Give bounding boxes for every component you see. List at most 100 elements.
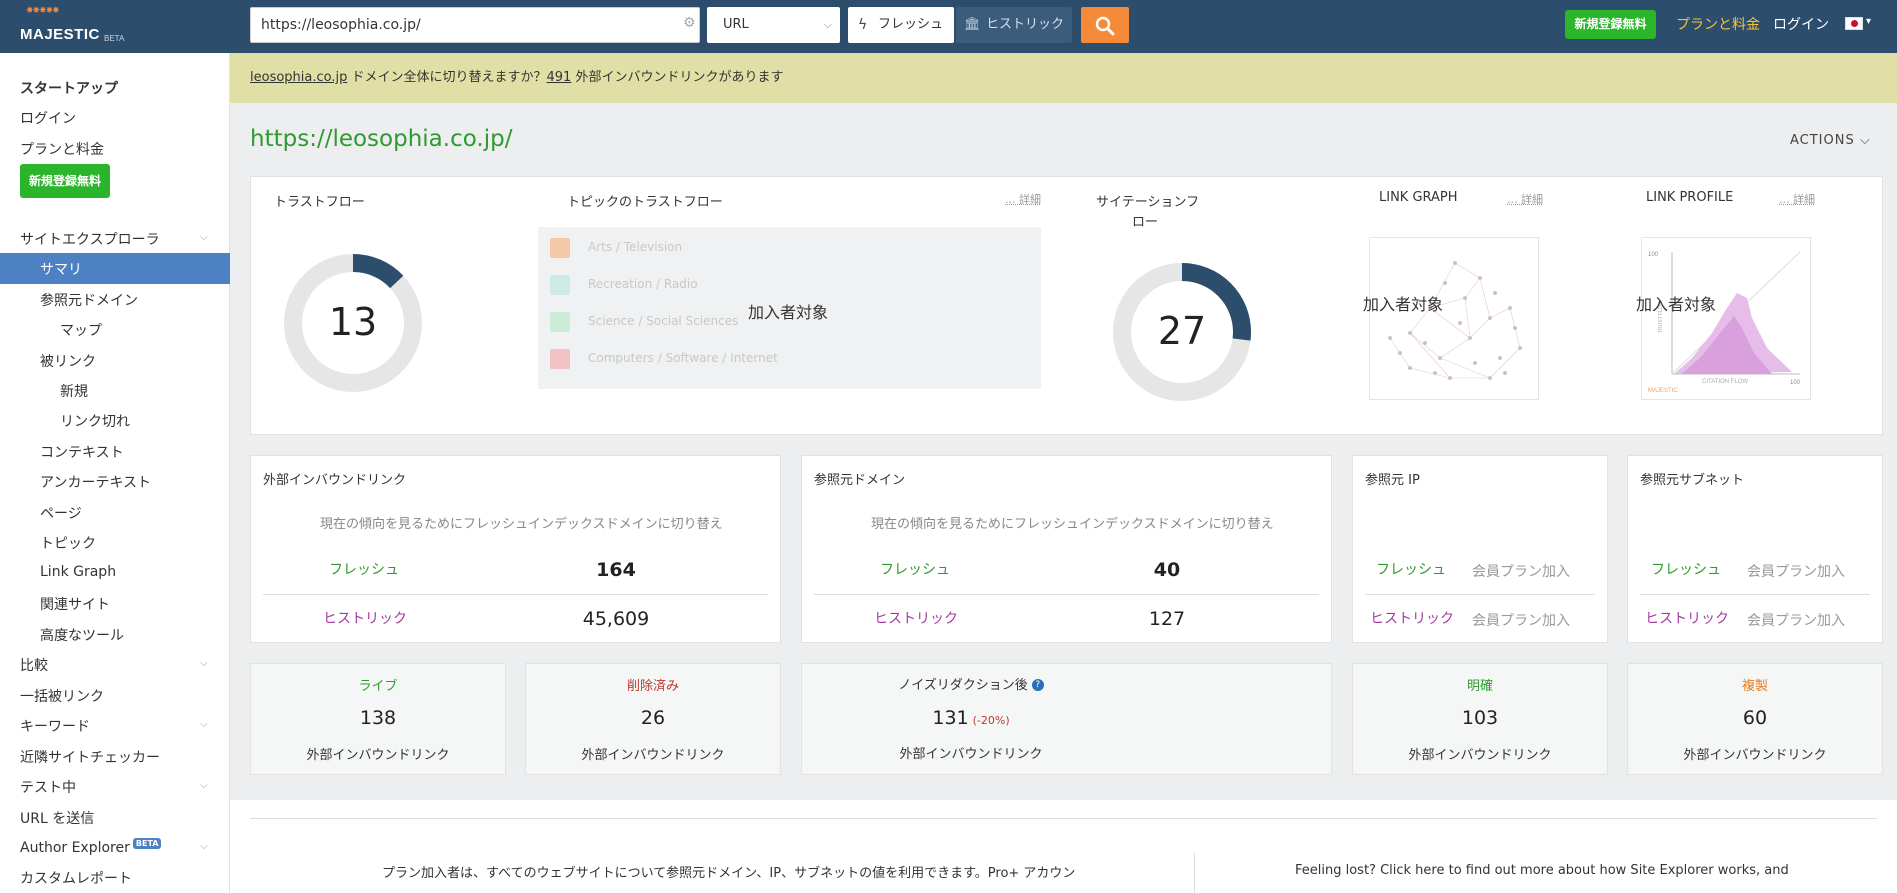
sidebar-item-login[interactable]: ログイン (20, 108, 76, 128)
sidebar-item-author-explorer[interactable]: Author Explorer BETA (20, 838, 162, 856)
search-icon (1095, 16, 1115, 36)
trust-flow-title: トラストフロー (274, 195, 365, 210)
sidebar-item-submit-url[interactable]: URL を送信 (20, 808, 94, 828)
topical-trust-flow-title: トピックのトラストフロー (567, 195, 723, 210)
historic-index-button[interactable]: 🏛 ヒストリック (956, 7, 1072, 43)
sidebar-item-pages[interactable]: ページ (40, 503, 82, 523)
sidebar-item-link-graph[interactable]: Link Graph (40, 564, 116, 580)
domain-switch-notice: leosophia.co.jp ドメイン全体に切り替えますか？491 外部インバ… (230, 53, 1897, 103)
chevron-down-icon[interactable]: ⌵ (200, 780, 208, 791)
notice-count-link[interactable]: 491 (547, 70, 572, 85)
japan-flag-icon[interactable] (1845, 17, 1863, 30)
beta-badge: BETA (132, 838, 162, 849)
lp-y-tick-label: 100 (1648, 252, 1659, 258)
help-info-text[interactable]: Feeling lost? Click here to find out mor… (1295, 863, 1789, 878)
historic-label: ヒストリック (874, 611, 958, 627)
live-value: 138 (359, 707, 397, 729)
link-profile-scatter: 100 100 CITATION FLOW TRUST FLOW MAJESTI… (1648, 251, 1801, 394)
chevron-down-icon[interactable]: ⌵ (200, 841, 208, 852)
search-button[interactable] (1081, 7, 1129, 43)
ref-subnets-fresh-plan-required[interactable]: 会員プラン加入 (1747, 561, 1845, 581)
ref-ips-title: 参照元 IP (1365, 473, 1420, 488)
link-graph-detail-link[interactable]: ... 詳細 (1507, 191, 1543, 207)
ref-ips-fresh-plan-required[interactable]: 会員プラン加入 (1472, 561, 1570, 581)
fresh-label: フレッシュ (1651, 562, 1721, 578)
sidebar-item-site-explorer[interactable]: サイトエクスプローラ (20, 229, 160, 249)
column-divider (1194, 853, 1195, 893)
majestic-logo[interactable]: ✸✸✸✸✸ MAJESTIC BETA (18, 6, 133, 46)
language-chevron-icon[interactable]: ▾ (1866, 16, 1871, 27)
sidebar-item-neighbourhood[interactable]: 近隣サイトチェッカー (20, 747, 160, 767)
switch-fresh-hint[interactable]: 現在の傾向を見るためにフレッシュインデックスドメインに切り替え (871, 513, 1274, 532)
login-link[interactable]: ログイン (1773, 14, 1829, 34)
sidebar-item-backlinks[interactable]: 被リンク (40, 351, 96, 371)
noise-reduction-value: 131 (932, 707, 969, 729)
ref-domains-fresh-value: 40 (1153, 559, 1181, 581)
url-search-input[interactable]: https://leosophia.co.jp/ (250, 7, 700, 43)
link-graph-members-only: 加入者対象 (1363, 295, 1444, 314)
plans-link[interactable]: プランと料金 (1676, 14, 1760, 34)
gear-icon[interactable]: ⚙ (683, 15, 696, 31)
topic-swatch (550, 349, 570, 369)
sidebar-item-keywords[interactable]: キーワード (20, 716, 90, 736)
historic-label: ヒストリック (1370, 611, 1454, 627)
link-graph-title: LINK GRAPH (1379, 190, 1458, 205)
help-icon[interactable]: ? (1031, 679, 1044, 691)
sidebar-item-related-sites[interactable]: 関連サイト (40, 594, 110, 614)
sidebar-item-topics[interactable]: トピック (40, 533, 96, 553)
duplicate-label: 複製 (1741, 679, 1768, 694)
top-navbar: ✸✸✸✸✸ MAJESTIC BETA https://leosophia.co… (0, 0, 1897, 53)
ref-domains-historic-value: 127 (1148, 608, 1186, 630)
sidebar-item-bulk-backlinks[interactable]: 一括被リンク (20, 686, 104, 706)
signup-button[interactable]: 新規登録無料 (1565, 10, 1656, 39)
link-profile-detail-link[interactable]: ... 詳細 (1779, 191, 1815, 207)
sidebar-item-advanced-tools[interactable]: 高度なツール (40, 625, 124, 645)
chevron-down-icon[interactable]: ⌵ (200, 232, 208, 243)
fresh-index-label: フレッシュ (878, 17, 944, 32)
link-profile-title: LINK PROFILE (1646, 190, 1734, 205)
topic-name: Recreation / Radio (588, 277, 698, 291)
chevron-down-icon[interactable]: ⌵ (200, 658, 208, 669)
live-label: ライブ (358, 679, 398, 694)
chevron-down-icon[interactable]: ⌵ (200, 719, 208, 730)
link-graph-preview[interactable] (1369, 237, 1539, 400)
divider (250, 818, 1877, 819)
sidebar-item-plans[interactable]: プランと料金 (20, 139, 104, 159)
scope-select[interactable]: URL ⌵ (707, 7, 840, 43)
sidebar-item-new[interactable]: 新規 (60, 381, 88, 401)
historic-index-label: ヒストリック (986, 17, 1065, 32)
chevron-down-icon: ⌵ (823, 18, 832, 31)
ext-backlinks-title: 外部インバウンドリンク (263, 473, 407, 488)
ref-ips-historic-plan-required[interactable]: 会員プラン加入 (1472, 610, 1570, 630)
page-title: https://leosophia.co.jp/ (250, 126, 513, 152)
switch-fresh-hint[interactable]: 現在の傾向を見るためにフレッシュインデックスドメインに切り替え (320, 513, 723, 532)
sidebar-item-summary[interactable]: サマリ (0, 253, 230, 284)
actions-label: ACTIONS (1790, 133, 1855, 148)
author-explorer-label: Author Explorer (20, 840, 130, 856)
sidebar-item-custom-report[interactable]: カスタムレポート (20, 868, 132, 888)
notice-text-1: ドメイン全体に切り替えますか？ (347, 70, 547, 85)
link-profile-preview[interactable]: 100 100 CITATION FLOW TRUST FLOW MAJESTI… (1641, 237, 1811, 400)
trust-flow-value: 13 (328, 300, 378, 344)
lightning-icon: ϟ (858, 17, 868, 33)
fresh-label: フレッシュ (329, 562, 399, 578)
subscriber-info-text: プラン加入者は、すべてのウェブサイトについて参照元ドメイン、IP、サブネットの値… (382, 866, 1076, 881)
ref-subnets-historic-plan-required[interactable]: 会員プラン加入 (1747, 610, 1845, 630)
distinct-label: 明確 (1466, 679, 1493, 694)
sidebar-item-map[interactable]: マップ (60, 320, 102, 340)
sidebar-item-anchor-text[interactable]: アンカーテキスト (40, 472, 151, 492)
sidebar-item-compare[interactable]: 比較 (20, 655, 48, 675)
deleted-value: 26 (640, 707, 666, 729)
sidebar-item-context[interactable]: コンテキスト (40, 442, 124, 462)
fresh-index-button[interactable]: ϟ フレッシュ (848, 7, 954, 43)
sidebar-signup-button[interactable]: 新規登録無料 (20, 164, 110, 198)
topical-detail-link[interactable]: ... 詳細 (1005, 191, 1041, 207)
noise-reduction-title: ノイズリダクション後? (801, 674, 1141, 693)
sidebar-item-testing[interactable]: テスト中 (20, 777, 76, 797)
topic-name: Science / Social Sciences (588, 314, 739, 328)
sidebar-item-ref-domains[interactable]: 参照元ドメイン (40, 290, 138, 310)
notice-domain-link[interactable]: leosophia.co.jp (250, 70, 347, 85)
sidebar-item-broken[interactable]: リンク切れ (60, 411, 130, 431)
sidebar-item-startup[interactable]: スタートアップ (20, 78, 118, 98)
actions-dropdown[interactable]: ACTIONS ⌵ (1790, 133, 1871, 148)
